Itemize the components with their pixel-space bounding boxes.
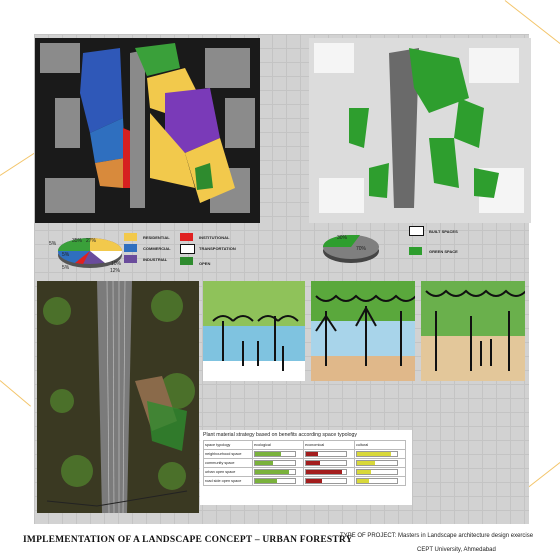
table-row: community space bbox=[203, 458, 406, 468]
benefit-bar bbox=[356, 469, 398, 475]
table-row: neighbourhood space bbox=[203, 449, 406, 459]
benefit-bar-fill bbox=[357, 479, 369, 483]
transportation-swatch bbox=[180, 244, 195, 254]
benefit-cell bbox=[252, 467, 304, 477]
residential-legend-label: RESIDENTIAL bbox=[143, 235, 170, 240]
benefit-cell bbox=[303, 458, 355, 468]
green-cover-map bbox=[309, 38, 531, 223]
benefit-bar-fill bbox=[357, 470, 371, 474]
benefit-bar bbox=[356, 451, 398, 457]
benefit-bar-fill bbox=[357, 461, 375, 465]
transportation-legend-label: TRANSPORTATION bbox=[199, 246, 236, 251]
pie-label: 27% bbox=[86, 238, 97, 244]
benefit-cell bbox=[303, 449, 355, 459]
benefit-bar-fill bbox=[255, 470, 289, 474]
benefit-bar bbox=[305, 469, 347, 475]
pie-label: 35% bbox=[72, 238, 83, 244]
built-green-pie bbox=[323, 235, 379, 263]
benefit-cell bbox=[303, 476, 355, 486]
col-header: ecological bbox=[252, 440, 304, 450]
benefit-bar bbox=[356, 460, 398, 466]
institution-name: CEPT University, Ahmedabad bbox=[417, 547, 496, 553]
pie-label: 5% bbox=[62, 265, 70, 271]
pie-label: 30% bbox=[337, 235, 348, 241]
benefit-cell bbox=[252, 458, 304, 468]
pie-label: 12% bbox=[110, 268, 121, 274]
benefit-bar-fill bbox=[357, 452, 391, 456]
benefit-cell bbox=[354, 458, 406, 468]
project-title: IMPLEMENTATION OF A LANDSCAPE CONCEPT – … bbox=[23, 535, 353, 545]
benefit-cell bbox=[252, 449, 304, 459]
benefit-bar-fill bbox=[255, 461, 273, 465]
strategy-table: space typology ecological economical cul… bbox=[203, 440, 406, 486]
benefit-cell bbox=[252, 476, 304, 486]
pie-label: 5% bbox=[49, 241, 57, 247]
benefit-bar bbox=[254, 478, 296, 484]
benefit-bar bbox=[254, 469, 296, 475]
row-label: community space bbox=[203, 458, 253, 468]
industrial-swatch bbox=[124, 255, 137, 263]
sketch-urban bbox=[421, 281, 525, 381]
sketch-community bbox=[311, 281, 415, 381]
benefit-bar bbox=[305, 478, 347, 484]
industrial-legend-label: INDUSTRIAL bbox=[143, 257, 168, 262]
project-type: TYPE OF PROJECT: Masters in Landscape ar… bbox=[340, 533, 534, 539]
benefit-bar bbox=[305, 451, 347, 457]
green-legend-label: GREEN SPACE bbox=[429, 249, 458, 254]
built-swatch bbox=[409, 226, 424, 236]
table-row: road side open space bbox=[203, 476, 406, 486]
benefit-bar-fill bbox=[255, 452, 281, 456]
aerial-site-map bbox=[37, 281, 199, 513]
table-row: urban open space bbox=[203, 467, 406, 477]
benefit-bar bbox=[356, 478, 398, 484]
benefit-bar-fill bbox=[306, 470, 342, 474]
plant-strategy-panel: Plant material strategy based on benefit… bbox=[200, 430, 412, 505]
pie-label: 70% bbox=[356, 246, 367, 252]
benefit-bar bbox=[254, 451, 296, 457]
benefit-cell bbox=[354, 467, 406, 477]
row-label: neighbourhood space bbox=[203, 449, 253, 459]
open-legend-label: OPEN bbox=[199, 261, 211, 266]
benefit-bar-fill bbox=[306, 452, 318, 456]
commercial-legend-label: COMMERCIAL bbox=[143, 246, 171, 251]
strategy-title: Plant material strategy based on benefit… bbox=[203, 432, 357, 438]
benefit-cell bbox=[354, 476, 406, 486]
table-header-row: space typology ecological economical cul… bbox=[203, 440, 406, 450]
pie-label: 10% bbox=[111, 261, 122, 267]
land-use-map bbox=[35, 38, 260, 223]
col-header: cultural bbox=[354, 440, 406, 450]
residential-swatch bbox=[124, 233, 137, 241]
col-header: economical bbox=[303, 440, 355, 450]
green-swatch bbox=[409, 247, 422, 255]
row-label: road side open space bbox=[203, 476, 253, 486]
benefit-bar bbox=[254, 460, 296, 466]
benefit-bar-fill bbox=[306, 479, 322, 483]
decor-line bbox=[0, 380, 31, 407]
benefit-bar-fill bbox=[255, 479, 277, 483]
benefit-bar-fill bbox=[306, 461, 320, 465]
built-legend-label: BUILT SPACES bbox=[429, 229, 458, 234]
commercial-swatch bbox=[124, 244, 137, 252]
benefit-cell bbox=[303, 467, 355, 477]
row-label: urban open space bbox=[203, 467, 253, 477]
open-swatch bbox=[180, 257, 193, 265]
benefit-cell bbox=[354, 449, 406, 459]
col-header: space typology bbox=[203, 440, 253, 450]
institutional-swatch bbox=[180, 233, 193, 241]
benefit-bar bbox=[305, 460, 347, 466]
institutional-legend-label: INSTITUTIONAL bbox=[199, 235, 230, 240]
pie-label: 5% bbox=[62, 252, 70, 258]
sketch-neighbourhood bbox=[203, 281, 305, 381]
